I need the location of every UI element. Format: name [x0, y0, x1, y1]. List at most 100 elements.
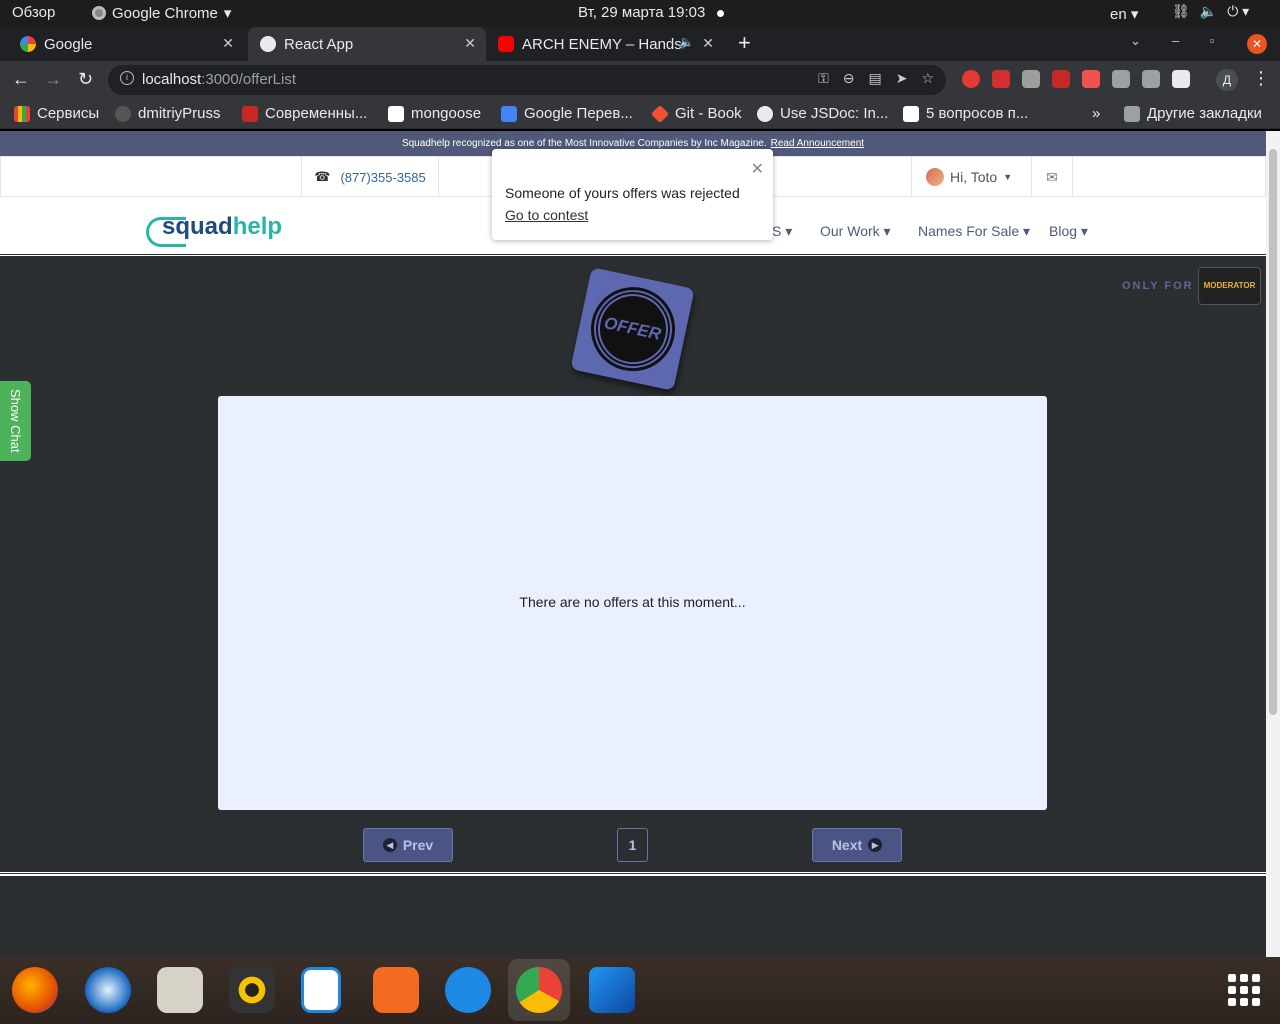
activities-button[interactable]: Обзор — [12, 4, 55, 21]
chrome-dock-item[interactable] — [508, 959, 570, 1021]
bookmark-star-icon[interactable]: ☆ — [921, 70, 934, 87]
system-tray[interactable]: ⛓ 🔈 ⏻ ▾ — [1172, 3, 1249, 20]
nav-our-work[interactable]: Our Work ▾ — [820, 223, 891, 240]
announcement-link[interactable]: Read Announcement — [771, 138, 864, 149]
audio-playing-icon[interactable]: 🔈 — [679, 35, 694, 49]
empty-offers-message: There are no offers at this moment... — [519, 594, 746, 610]
adblock-icon[interactable] — [962, 70, 980, 88]
rhythmbox-icon[interactable] — [229, 967, 275, 1013]
extension-icon[interactable] — [1052, 70, 1070, 88]
page-number[interactable]: 1 — [617, 828, 648, 862]
bookmark-label: Use JSDoc: In... — [780, 105, 889, 122]
pen-extension-icon[interactable] — [1022, 70, 1040, 88]
close-icon[interactable]: ✕ — [751, 159, 764, 179]
tab-arch-enemy[interactable]: ARCH ENEMY – Hands 🔈 ✕ — [490, 27, 724, 61]
close-tab-icon[interactable]: ✕ — [702, 35, 714, 52]
github-icon — [115, 105, 131, 122]
extension-icon[interactable] — [992, 70, 1010, 88]
bookmark-item[interactable]: Google Перев... — [501, 105, 633, 122]
browser-menu-icon[interactable]: ⋮ — [1252, 68, 1270, 89]
bookmark-item[interactable]: Современны... — [242, 105, 367, 122]
youtube-icon — [498, 36, 514, 52]
back-button[interactable]: ← — [12, 69, 30, 90]
bookmark-item[interactable]: mongoose — [388, 105, 481, 122]
folder-icon — [1124, 105, 1140, 122]
bookmark-item[interactable]: Сервисы — [14, 105, 99, 122]
footer-divider — [0, 872, 1266, 876]
clock[interactable]: Вт, 29 марта 19:03 — [578, 4, 705, 21]
nav-menu-label: Our Work — [820, 223, 880, 239]
system-top-bar: Обзор Google Chrome ▾ Вт, 29 марта 19:03… — [0, 0, 1280, 27]
window-close-button[interactable]: ✕ — [1247, 34, 1267, 54]
share-icon[interactable]: ➤ — [896, 70, 908, 87]
notification-message: Someone of yours offers was rejected — [505, 185, 740, 201]
nav-menu-label: Blog — [1049, 223, 1078, 239]
nav-menu-item[interactable]: S ▾ — [772, 223, 792, 240]
writer-icon[interactable] — [301, 967, 341, 1013]
firefox-icon[interactable] — [12, 967, 58, 1013]
files-icon[interactable] — [157, 967, 203, 1013]
forward-button[interactable]: → — [44, 69, 62, 90]
prev-button[interactable]: ◀ Prev — [363, 828, 453, 862]
language-label: en — [1110, 6, 1127, 23]
thunderbird-icon[interactable] — [85, 967, 131, 1013]
phone-link[interactable]: ☎ (877)355-3585 — [301, 157, 439, 197]
language-selector[interactable]: en ▾ — [1110, 5, 1138, 23]
site-info-icon[interactable]: i — [120, 71, 134, 85]
overflow-label: » — [1092, 105, 1101, 122]
tab-react-app[interactable]: React App ✕ — [248, 27, 486, 61]
only-for-label: ONLY FOR — [1122, 280, 1194, 292]
bookmark-item[interactable]: Use JSDoc: In... — [757, 105, 888, 122]
google-icon — [20, 36, 36, 52]
media-icon[interactable] — [1142, 70, 1160, 88]
mail-icon[interactable]: ✉ — [1031, 157, 1073, 197]
logo-text-a: squad — [162, 213, 233, 240]
extension-icon[interactable] — [1082, 70, 1100, 88]
other-bookmarks[interactable]: Другие закладки — [1124, 105, 1262, 122]
bookmark-item[interactable]: Git - Book — [650, 104, 742, 123]
help-icon[interactable] — [445, 967, 491, 1013]
user-menu[interactable]: Hi, Toto ▼ — [911, 157, 1012, 197]
bookmark-label: Другие закладки — [1147, 105, 1262, 122]
profile-avatar[interactable]: Д — [1216, 69, 1238, 91]
scrollbar-thumb[interactable] — [1269, 149, 1277, 715]
bookmark-item[interactable]: dmitriyPruss — [115, 105, 221, 122]
reader-icon[interactable]: ▤ — [868, 70, 881, 87]
side-panel-icon[interactable] — [1172, 70, 1190, 88]
tab-label: React App — [284, 35, 354, 53]
page-scrollbar[interactable] — [1266, 131, 1280, 957]
show-apps-icon[interactable] — [1228, 974, 1260, 1006]
medium-icon — [903, 105, 919, 122]
app-menu[interactable]: Google Chrome ▾ — [92, 4, 231, 22]
squadhelp-logo[interactable]: squadhelp — [146, 213, 282, 247]
bookmark-label: Современны... — [265, 105, 368, 122]
close-tab-icon[interactable]: ✕ — [464, 35, 476, 52]
git-icon — [650, 104, 670, 123]
bookmark-label: dmitriyPruss — [138, 105, 221, 122]
minimize-button[interactable]: – — [1172, 33, 1179, 48]
software-icon[interactable] — [373, 967, 419, 1013]
maximize-button[interactable]: ▫ — [1210, 33, 1215, 48]
puzzle-icon[interactable] — [1112, 70, 1130, 88]
network-icon: ⛓ — [1172, 3, 1190, 19]
tab-google[interactable]: Google ✕ — [12, 27, 244, 61]
show-chat-button[interactable]: Show Chat — [0, 381, 31, 461]
bookmarks-overflow[interactable]: » — [1092, 105, 1100, 122]
key-icon[interactable]: ⚿ — [818, 70, 829, 87]
zoom-icon[interactable]: ⊖ — [843, 70, 855, 87]
bookmark-label: mongoose — [411, 105, 482, 122]
vscode-icon[interactable] — [589, 967, 635, 1013]
bookmark-item[interactable]: 5 вопросов п... — [903, 105, 1028, 122]
nav-names-for-sale[interactable]: Names For Sale ▾ — [918, 223, 1030, 240]
close-tab-icon[interactable]: ✕ — [222, 35, 234, 52]
volume-icon: 🔈 — [1199, 3, 1218, 19]
next-button[interactable]: Next ▶ — [812, 828, 902, 862]
new-tab-button[interactable]: + — [738, 30, 751, 56]
reload-button[interactable]: ↻ — [78, 69, 93, 90]
address-bar[interactable]: i localhost:3000/offerList ⚿ ⊖ ▤ ➤ ☆ — [108, 65, 946, 95]
tab-search-icon[interactable]: ⌄ — [1130, 33, 1141, 49]
go-to-contest-link[interactable]: Go to contest — [505, 207, 588, 223]
extensions-bar — [962, 70, 1190, 88]
nav-blog[interactable]: Blog ▾ — [1049, 223, 1088, 240]
notification-toast: ✕ Someone of yours offers was rejected G… — [492, 149, 773, 240]
